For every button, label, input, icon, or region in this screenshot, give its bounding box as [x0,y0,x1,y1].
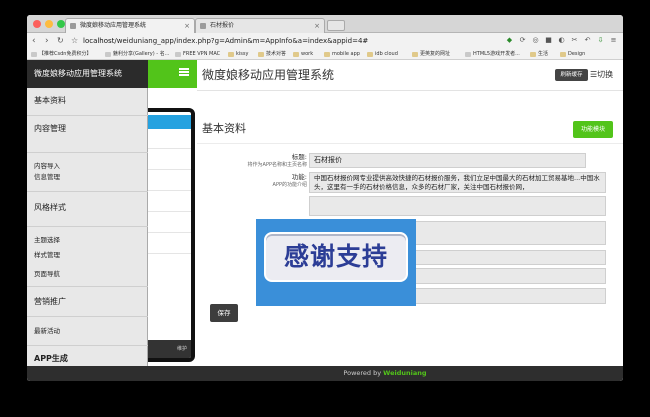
bookmark-folder[interactable]: 技术对答 [258,50,286,59]
sidebar-item-style[interactable]: 风格样式 [27,191,148,221]
bookmark-folder[interactable]: Design [560,50,585,59]
sidebar-item-basic-info[interactable]: 基本资料 [27,94,148,108]
browser-window: 微度娘移动应用管理系统 × 石材报价 × ‹ › ↻ ☆ localhost/w… [27,15,623,381]
text-input[interactable] [309,196,606,216]
bookmark-folder[interactable]: work [293,50,313,59]
title-input[interactable]: 石材报价 [309,153,586,168]
address-bar: ‹ › ↻ ☆ localhost/weiduniang_app/index.p… [27,33,623,49]
bookmark-folder[interactable]: 生活 [530,50,548,59]
tab-bar: 微度娘移动应用管理系统 × 石材报价 × [27,15,623,33]
extension-icon[interactable]: ↶ [583,36,592,45]
refresh-cache-button[interactable]: 刷新缓存 [555,69,588,81]
shield-icon[interactable]: ◆ [505,36,514,45]
folder-icon [530,52,536,57]
watermark-text: 感谢支持 [264,232,408,282]
switch-button[interactable]: ☰切换 [590,68,613,81]
phone-header [141,115,191,129]
extension-icon[interactable]: ◐ [557,36,566,45]
bookmark-folder[interactable]: 更英复的网址 [412,50,450,59]
zoom-window-icon[interactable] [57,20,65,28]
folder-icon [293,52,299,57]
menu-icon[interactable]: ≡ [609,36,618,45]
sidebar: 微度娘移动应用管理系统 基本资料 内容管理 内容导入 信息管理 风格样式 主题选… [27,60,148,381]
sidebar-item-marketing[interactable]: 营销推广 [27,286,148,312]
footer: Powered by Weiduniang [27,366,623,381]
bookmark-item[interactable]: 魅利分享(Gallery) - 名... [105,50,169,59]
minimize-window-icon[interactable] [45,20,53,28]
section-title: 基本资料 [202,122,246,135]
sidebar-item-style-manage[interactable]: 样式管理 [27,250,148,260]
page-icon [465,52,471,57]
page-icon [105,52,111,57]
download-icon[interactable]: ⇩ [596,36,605,45]
page-title: 微度娘移动应用管理系统 [202,68,335,82]
folder-icon [367,52,373,57]
new-tab-button[interactable] [327,20,345,31]
phone-list-row [141,234,191,254]
sidebar-item-theme[interactable]: 主题选择 [27,226,148,245]
folder-icon [412,52,418,57]
sidebar-item-app-build[interactable]: APP生成 [27,345,148,366]
page: 维护 微度娘移动应用管理系统 基本资料 内容管理 内容导入 信息管理 风格样式 … [27,60,623,381]
close-window-icon[interactable] [33,20,41,28]
bookmark-item[interactable]: HTML5游戏开发者... [465,50,520,59]
field-hint: APP的功能介绍 [272,182,307,188]
phone-footer: 维护 [141,340,191,358]
tab-inactive[interactable]: 石材报价 × [195,18,325,33]
tab-active[interactable]: 微度娘移动应用管理系统 × [65,18,195,33]
page-favicon-icon [70,23,76,29]
extension-icon[interactable]: ◎ [531,36,540,45]
folder-icon [324,52,330,57]
forward-icon[interactable]: › [45,35,49,47]
folder-icon [560,52,566,57]
extension-icon[interactable]: ⟳ [518,36,527,45]
folder-icon [258,52,264,57]
url-field[interactable]: localhost/weiduniang_app/index.php?g=Adm… [83,36,368,46]
bookmark-folder[interactable]: mobile app [324,50,360,59]
page-icon [31,52,37,57]
sidebar-item-page-nav[interactable]: 页面导航 [27,269,148,279]
phone-list-row [141,129,191,149]
field-label: 功能: [291,173,307,181]
bookmark-item[interactable]: 【推荐Csdn免费积分】 [31,50,91,59]
bookmarks-bar: 【推荐Csdn免费积分】 魅利分享(Gallery) - 名... FREE V… [27,49,623,60]
close-tab-icon[interactable]: × [184,19,190,33]
save-button[interactable]: 保存 [210,304,238,322]
back-icon[interactable]: ‹ [32,35,36,47]
footer-brand[interactable]: Weiduniang [383,369,426,377]
reload-icon[interactable]: ↻ [57,35,64,47]
description-textarea[interactable]: 中国石材报价网专业提供高效快捷的石材报价服务，我们立足中国最大的石材加工贸易基地… [309,172,606,193]
phone-list-row [141,171,191,191]
bookmark-folder[interactable]: kissy [228,50,248,59]
bookmark-star-icon[interactable]: ☆ [71,35,78,47]
bookmark-folder[interactable]: idb cloud [367,50,398,59]
watermark-overlay: 感谢支持 [256,219,416,306]
sidebar-item-content[interactable]: 内容管理 [27,115,148,143]
sidebar-item-info-manage[interactable]: 信息管理 [27,172,148,182]
page-favicon-icon [200,23,206,29]
extension-icon[interactable]: ✂ [570,36,579,45]
extension-icon[interactable]: ■ [544,36,553,45]
phone-list-row [141,192,191,212]
close-tab-icon[interactable]: × [314,19,320,33]
folder-icon [228,52,234,57]
function-modules-button[interactable]: 功能模块 [573,121,613,138]
divider [197,143,623,144]
phone-list-row [141,150,191,170]
sidebar-item-content-import[interactable]: 内容导入 [27,152,148,171]
sidebar-title: 微度娘移动应用管理系统 [27,60,148,88]
divider [197,90,623,91]
field-hint: 将作为APP名称和主页名称 [247,162,307,168]
field-label: 标题: [291,153,307,161]
phone-list-row [141,213,191,233]
hamburger-icon[interactable] [179,68,189,76]
page-icon [175,52,181,57]
sidebar-item-latest-activity[interactable]: 最新活动 [27,316,148,336]
bookmark-item[interactable]: FREE VPN MAC [175,50,220,59]
